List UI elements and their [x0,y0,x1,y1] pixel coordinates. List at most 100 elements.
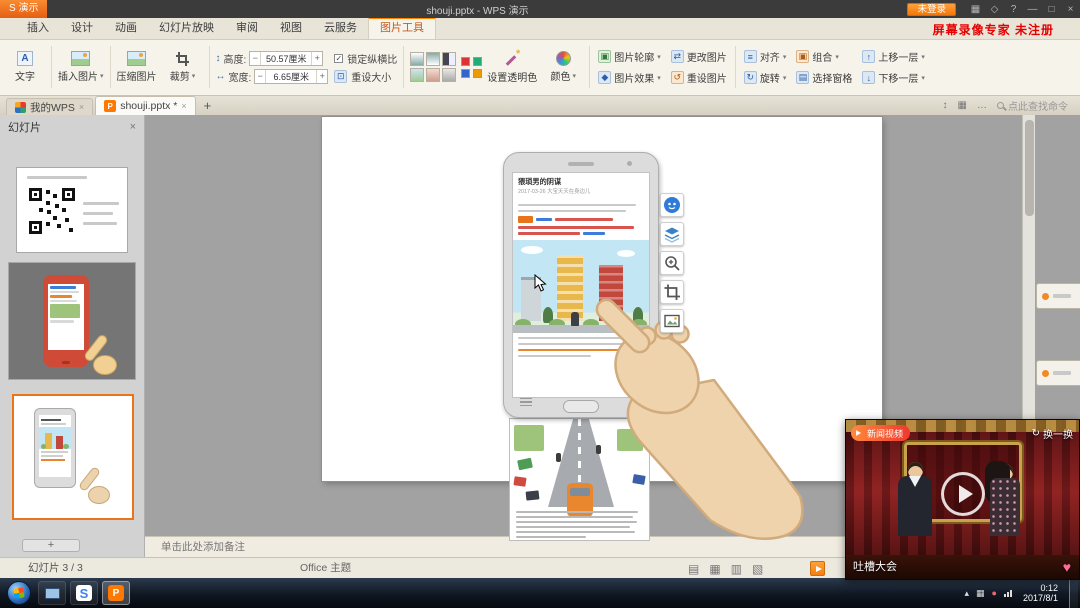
height-increase-button[interactable]: + [311,51,322,65]
zoom-button[interactable] [660,251,684,275]
start-button[interactable] [7,581,31,605]
slide-counter: 幻灯片 3 / 3 [28,562,83,574]
app-tab[interactable]: S 演示 [0,0,48,18]
adjust-thumb[interactable] [410,68,425,82]
layers-button[interactable] [660,222,684,246]
bring-forward-button[interactable]: ↑ 上移一层 ▾ [859,48,928,65]
tray-expand-icon[interactable]: ▴ [964,588,969,599]
tab-cloud[interactable]: 云服务 [313,18,368,39]
slide-sorter-icon[interactable]: ▦ [709,562,720,576]
slides-panel-title: 幻灯片 [8,122,41,134]
color-swatch[interactable] [473,56,483,66]
chevron-down-icon: ▾ [782,74,787,82]
assistant-button[interactable] [660,193,684,217]
reset-picture-button[interactable]: ↺ 重设图片 [668,69,730,86]
tab-slideshow[interactable]: 幻灯片放映 [148,18,225,39]
ime-icon[interactable]: ▦ [976,588,985,599]
color-swatch[interactable] [461,68,471,78]
find-command-box[interactable]: 点此查找命令 [997,98,1068,113]
reset-size-button[interactable]: ⊡ 重设大小 [334,69,397,84]
change-picture-button[interactable]: ⇄ 更改图片 [668,48,730,65]
height-decrease-button[interactable]: − [250,51,262,65]
insert-picture-button[interactable]: 插入图片 ▾ [55,42,107,92]
slide-thumbnail-2[interactable] [8,262,136,380]
network-icon[interactable] [1003,589,1012,597]
layout-icon[interactable]: ▦ [958,100,967,111]
width-increase-button[interactable]: + [316,69,327,83]
adjust-thumb[interactable] [426,68,441,82]
like-heart-icon[interactable]: ♥ [1063,559,1071,575]
rotate-button[interactable]: ↻ 旋转 ▾ [741,69,790,86]
close-tab-icon[interactable]: × [181,101,186,111]
selection-pane-button[interactable]: ▤ 选择窗格 [793,69,855,86]
scrollbar-thumb[interactable] [1025,120,1034,216]
sync-icon[interactable]: ↕ [943,100,948,111]
align-button[interactable]: ≡ 对齐 ▾ [741,48,790,65]
color-swatch[interactable] [461,56,471,66]
height-value[interactable]: 50.57厘米 [261,52,311,65]
login-button[interactable]: 未登录 [907,2,956,16]
close-tab-icon[interactable]: × [79,102,84,112]
tab-animation[interactable]: 动画 [104,18,148,39]
video-channel-badge[interactable]: 新闻视频 [851,425,911,441]
lock-aspect-checkbox[interactable]: ✓ 锁定纵横比 [334,51,397,66]
set-transparent-button[interactable]: 设置透明色 [484,42,540,92]
illustration-shape [517,457,533,471]
width-value[interactable]: 6.65厘米 [266,70,316,83]
minimize-button[interactable]: — [1023,4,1042,15]
notification-icon[interactable]: ● [992,588,997,598]
tab-insert[interactable]: 插入 [16,18,60,39]
compress-picture-button[interactable]: 压缩图片 [114,42,160,92]
skin-icon[interactable]: ◇ [985,4,1004,15]
show-desktop-button[interactable] [1069,578,1078,608]
taskbar-computer-button[interactable] [38,581,66,605]
crop-tool-button[interactable] [660,280,684,304]
width-decrease-button[interactable]: − [255,69,267,83]
send-backward-button[interactable]: ↓ 下移一层 ▾ [859,69,928,86]
more-icon[interactable]: … [977,100,987,111]
video-play-button[interactable] [941,472,985,516]
add-slide-button[interactable]: + [22,539,80,552]
taskbar-sogou-button[interactable]: S [70,581,98,605]
adjust-thumb[interactable] [442,52,457,66]
normal-view-icon[interactable]: ▤ [688,562,699,576]
theme-name[interactable]: Office 主题 [300,558,351,579]
group-button[interactable]: ▣ 组合 ▾ [793,48,855,65]
side-panel-tab[interactable] [1036,283,1080,309]
video-overlay[interactable]: 新闻视频 ↻ 换一换 吐槽大会 ♥ [845,419,1080,580]
adjust-thumb[interactable] [442,68,457,82]
slideshow-play-button[interactable] [810,561,825,576]
doc-tab-shouji[interactable]: P shouji.pptx * × [95,96,196,115]
tab-design[interactable]: 设计 [60,18,104,39]
apps-icon[interactable]: ▦ [966,4,985,15]
text-icon: A [17,51,33,66]
tray-clock[interactable]: 0:12 2017/8/1 [1023,583,1058,604]
slide-thumbnail-1[interactable] [16,167,128,253]
outline-view-icon[interactable]: ▧ [752,562,763,576]
insert-text-button[interactable]: A 文字 [2,42,48,92]
adjust-thumb[interactable] [426,52,441,66]
reading-view-icon[interactable]: ▥ [731,562,742,576]
tab-review[interactable]: 审阅 [225,18,269,39]
side-panel-tab[interactable] [1036,360,1080,386]
doc-tab-my-wps[interactable]: 我的WPS × [6,98,94,115]
new-tab-button[interactable]: + [204,98,212,113]
panel-close-icon[interactable]: × [130,121,136,133]
tab-view[interactable]: 视图 [269,18,313,39]
picture-effects-button[interactable]: ◆ 图片效果 ▾ [595,69,664,86]
video-show-title: 吐槽大会 [853,561,897,573]
adjust-thumb[interactable] [410,52,425,66]
help-icon[interactable]: ? [1004,4,1023,15]
gallery-button[interactable] [660,309,684,333]
color-swatch[interactable] [473,68,483,78]
tab-picture-tools[interactable]: 图片工具 [368,17,436,39]
close-button[interactable]: × [1061,4,1080,15]
picture-outline-button[interactable]: ▣ 图片轮廓 ▾ [595,48,664,65]
maximize-button[interactable]: □ [1042,4,1061,15]
slide-thumbnail-3-selected[interactable] [12,394,134,520]
video-refresh-button[interactable]: ↻ 换一换 [1032,426,1073,441]
layers-icon [664,227,680,243]
crop-button[interactable]: 裁剪 ▾ [160,42,206,92]
taskbar-wps-button[interactable]: P [102,581,130,605]
color-button[interactable]: 颜色 ▾ [540,42,586,92]
